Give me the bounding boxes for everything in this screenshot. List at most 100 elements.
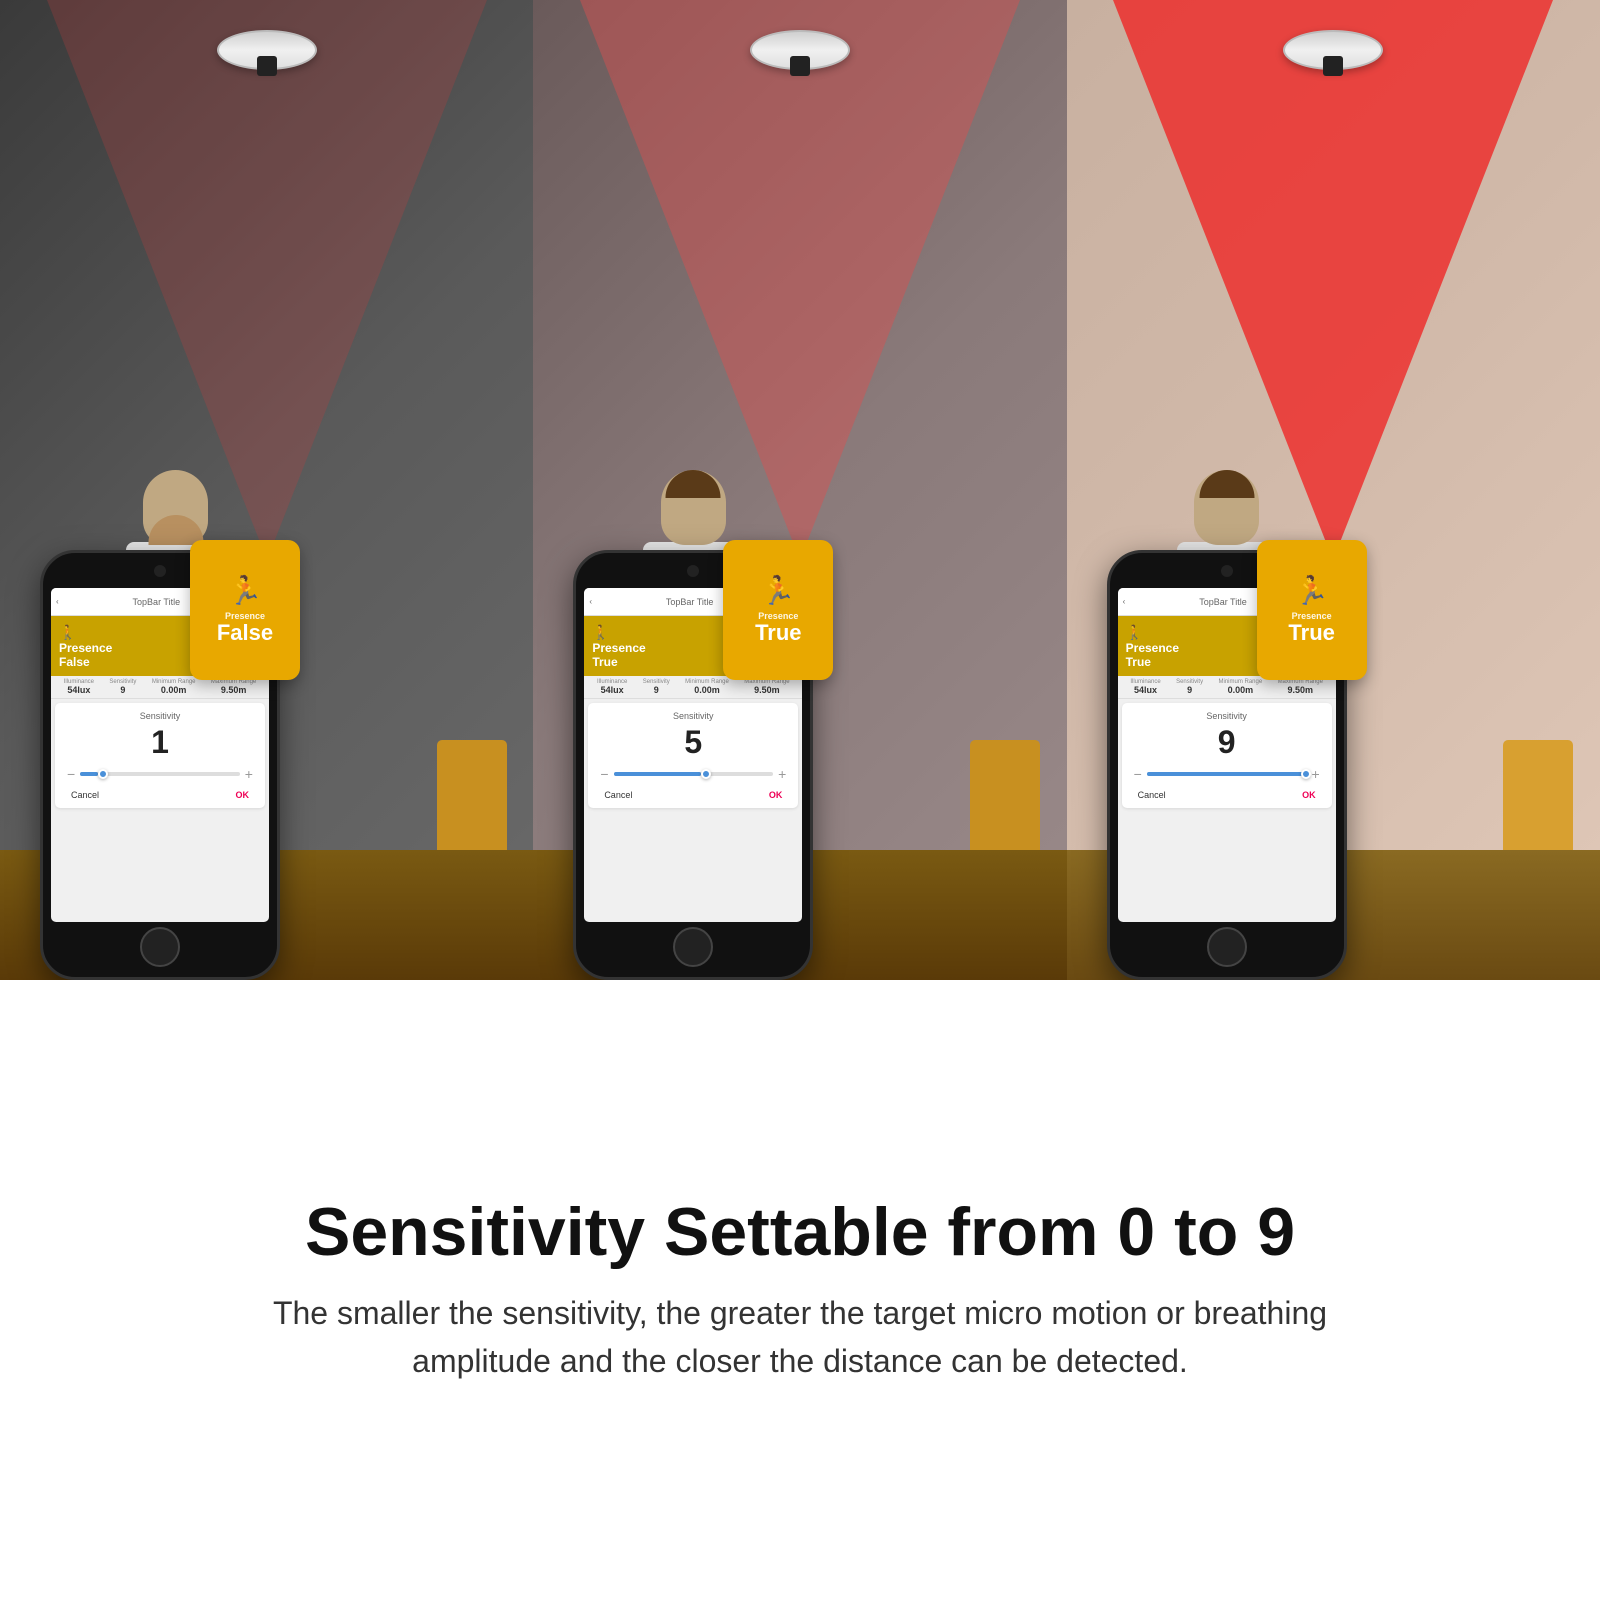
slider-track-2[interactable] [614,772,774,776]
images-row: ‹ TopBar Title 🚶 Presence False [0,0,1600,980]
sensor-eye-2 [790,56,810,76]
presence-card-1: 🏃 Presence False [190,540,300,680]
stat-max-val-1: 9.50m [221,685,247,695]
presence-icon-3: 🏃 [1294,574,1329,607]
presence-card-2: 🏃 Presence True [723,540,833,680]
phone-home-1 [140,927,180,967]
sensor-eye-3 [1323,56,1343,76]
stat-min-val-2: 0.00m [694,685,720,695]
stat-sensitivity-3: Sensitivity 9 [1176,679,1203,695]
ok-btn-3[interactable]: OK [1302,790,1316,800]
sensitivity-section-3: Sensitivity 9 − + Can [1122,703,1332,808]
phone-camera-1 [154,565,166,577]
slider-minus-3[interactable]: − [1134,766,1142,782]
main-container: ‹ TopBar Title 🚶 Presence False [0,0,1600,1600]
app-actions-1: Cancel OK [63,790,257,800]
person-icon-3: 🚶 [1126,624,1143,641]
person-hair-3 [1199,470,1254,498]
app-presence-label-3: Presence [1126,641,1179,655]
app-presence-value-2: True [592,655,617,669]
phone-3: ‹ TopBar Title 🚶 Presence True Illuminan… [1107,550,1347,980]
chair-3 [1503,740,1573,850]
app-presence-value-1: False [59,655,90,669]
cancel-btn-1[interactable]: Cancel [71,790,99,800]
slider-fill-2 [614,772,702,776]
panel-3: ‹ TopBar Title 🚶 Presence True Illuminan… [1067,0,1600,980]
chair-1 [437,740,507,850]
stat-illuminance-1: Illuminance 54lux [64,679,94,695]
sensor-body-3 [1283,30,1383,70]
bottom-text: Sensitivity Settable from 0 to 9 The sma… [0,980,1600,1600]
slider-plus-3[interactable]: + [1311,766,1319,782]
stat-max-val-3: 9.50m [1287,685,1313,695]
stat-sens-val-1: 9 [120,685,125,695]
slider-track-1[interactable] [80,772,240,776]
stat-sens-val-2: 9 [654,685,659,695]
headline: Sensitivity Settable from 0 to 9 [305,1195,1295,1270]
presence-icon-1: 🏃 [228,574,263,607]
sensor-device-2 [740,30,860,90]
topbar-title-2: TopBar Title [666,597,714,607]
app-presence-label-2: Presence [592,641,645,655]
slider-plus-1[interactable]: + [245,766,253,782]
stat-max-1: Maximum Range 9.50m [211,679,256,695]
slider-thumb-3 [1301,769,1311,779]
subtext: The smaller the sensitivity, the greater… [273,1289,1327,1385]
presence-icon-2: 🏃 [761,574,796,607]
stat-sensitivity-1: Sensitivity 9 [109,679,136,695]
phone-camera-2 [687,565,699,577]
app-actions-3: Cancel OK [1130,790,1324,800]
person-hair-2 [666,470,721,498]
person-head-2 [661,470,726,545]
sensor-device-1 [207,30,327,90]
stat-illu-val-2: 54lux [601,685,624,695]
sens-number-2: 5 [596,726,790,758]
person-icon-2: 🚶 [592,624,609,641]
stat-illuminance-3: Illuminance 54lux [1130,679,1160,695]
slider-container-3: − + [1130,766,1324,782]
stat-sensitivity-2: Sensitivity 9 [643,679,670,695]
stat-illu-val-1: 54lux [67,685,90,695]
phone-1: ‹ TopBar Title 🚶 Presence False [40,550,280,980]
sensor-eye-1 [257,56,277,76]
slider-minus-1[interactable]: − [67,766,75,782]
stat-max-2: Maximum Range 9.50m [744,679,789,695]
cancel-btn-2[interactable]: Cancel [604,790,632,800]
slider-minus-2[interactable]: − [600,766,608,782]
phone-2: ‹ TopBar Title 🚶 Presence True Illuminan… [573,550,813,980]
chair-2 [970,740,1040,850]
stat-max-val-2: 9.50m [754,685,780,695]
slider-thumb-1 [98,769,108,779]
slider-track-3[interactable] [1147,772,1307,776]
slider-plus-2[interactable]: + [778,766,786,782]
sens-title-1: Sensitivity [63,711,257,721]
app-presence-value-3: True [1126,655,1151,669]
sensor-device-3 [1273,30,1393,90]
stat-min-1: Minimum Range 0.00m [152,679,196,695]
slider-container-1: − + [63,766,257,782]
slider-fill-1 [80,772,98,776]
stat-illuminance-2: Illuminance 54lux [597,679,627,695]
app-actions-2: Cancel OK [596,790,790,800]
sensitivity-section-1: Sensitivity 1 − + Can [55,703,265,808]
topbar-title-3: TopBar Title [1199,597,1247,607]
stat-min-val-1: 0.00m [161,685,187,695]
slider-thumb-2 [701,769,711,779]
slider-container-2: − + [596,766,790,782]
sens-title-3: Sensitivity [1130,711,1324,721]
sens-title-2: Sensitivity [596,711,790,721]
stat-illu-val-3: 54lux [1134,685,1157,695]
ok-btn-1[interactable]: OK [235,790,249,800]
phone-home-3 [1207,927,1247,967]
sensor-body-2 [750,30,850,70]
person-head-3 [1194,470,1259,545]
topbar-title-1: TopBar Title [133,597,181,607]
stat-min-2: Minimum Range 0.00m [685,679,729,695]
cancel-btn-3[interactable]: Cancel [1138,790,1166,800]
sensitivity-section-2: Sensitivity 5 − + Can [588,703,798,808]
stat-sens-val-3: 9 [1187,685,1192,695]
phone-camera-3 [1221,565,1233,577]
ok-btn-2[interactable]: OK [769,790,783,800]
panel-1: ‹ TopBar Title 🚶 Presence False [0,0,533,980]
person-head-1 [143,470,208,545]
